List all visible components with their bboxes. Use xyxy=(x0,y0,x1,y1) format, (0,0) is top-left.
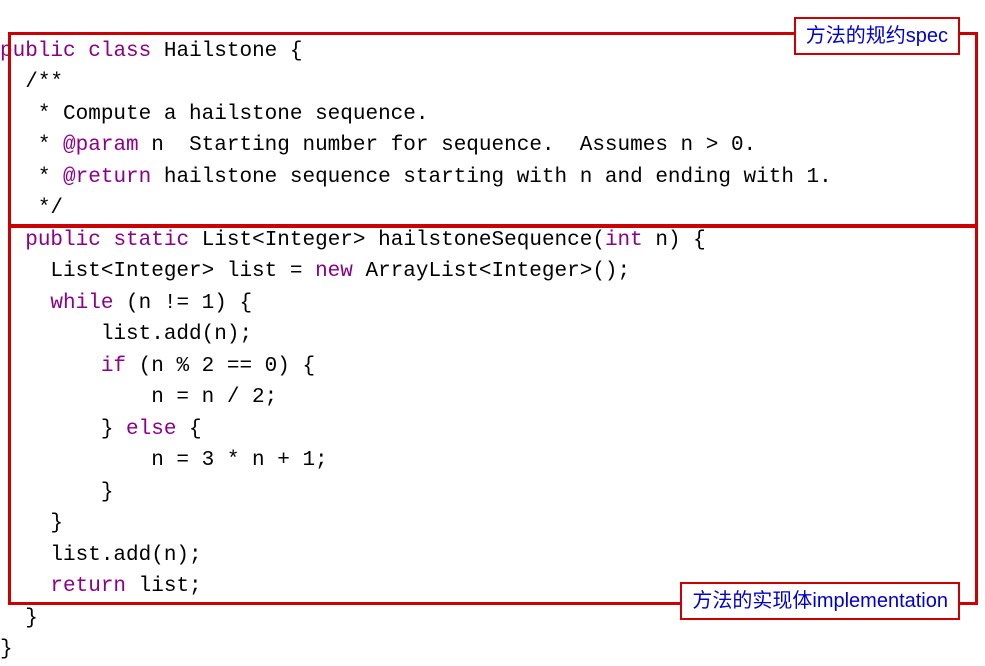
code-line-14: n = 3 * n + 1; xyxy=(0,449,328,472)
code-line-4: * @param n Starting number for sequence.… xyxy=(25,134,756,157)
code-line-9: while (n != 1) { xyxy=(0,292,252,315)
code-line-2: /** xyxy=(25,71,63,94)
code-line-18: return list; xyxy=(0,575,202,598)
code-line-6: */ xyxy=(25,197,63,220)
code-line-5: * @return hailstone sequence starting wi… xyxy=(25,166,832,189)
code-line-12: n = n / 2; xyxy=(0,386,277,409)
code-line-19: } xyxy=(0,607,38,630)
code-line-10: list.add(n); xyxy=(0,323,252,346)
code-line-11: if (n % 2 == 0) { xyxy=(0,355,315,378)
code-line-15: } xyxy=(0,481,113,504)
code-block: public class Hailstone { /** * Compute a… xyxy=(0,4,985,666)
code-line-16: } xyxy=(0,512,63,535)
code-line-3: * Compute a hailstone sequence. xyxy=(25,103,428,126)
code-line-7: public static List<Integer> hailstoneSeq… xyxy=(25,229,706,252)
code-line-1: public class Hailstone { xyxy=(0,40,302,63)
code-line-13: } else { xyxy=(0,418,202,441)
code-line-17: list.add(n); xyxy=(0,544,202,567)
code-line-20: } xyxy=(0,638,13,661)
code-line-8: List<Integer> list = new ArrayList<Integ… xyxy=(0,260,630,283)
